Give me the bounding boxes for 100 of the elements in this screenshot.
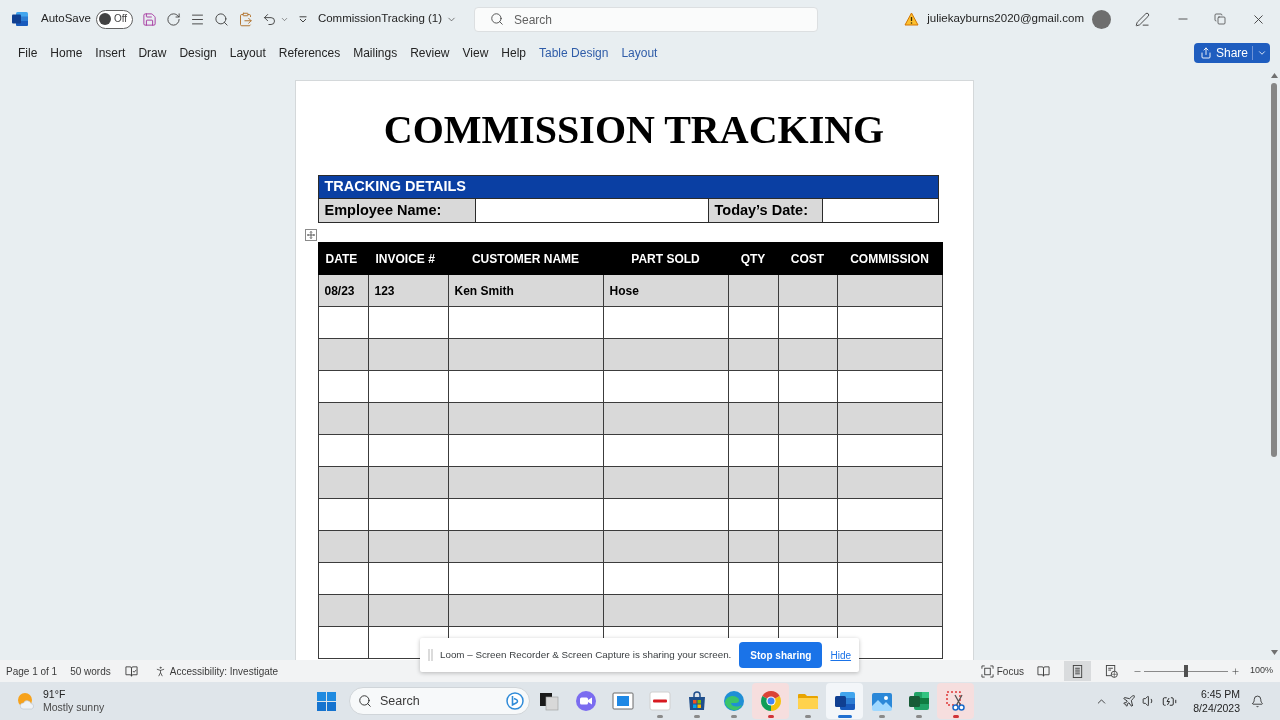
table-cell xyxy=(728,498,778,531)
table-cell xyxy=(778,562,837,595)
table-cell xyxy=(778,370,837,403)
table-cell xyxy=(318,306,368,339)
scissors-icon xyxy=(944,690,967,712)
table-cell xyxy=(728,274,778,307)
pen-icon[interactable] xyxy=(1135,11,1150,27)
ribbon-tab[interactable]: Draw xyxy=(132,41,173,65)
autosave-toggle[interactable]: Off xyxy=(95,9,133,29)
list-icon[interactable] xyxy=(189,11,205,27)
restore-icon[interactable] xyxy=(1214,13,1226,25)
search-field[interactable]: Search xyxy=(474,7,818,32)
table-cell xyxy=(318,562,368,595)
table-cell xyxy=(778,530,837,563)
temperature-text: 91°F xyxy=(43,688,67,701)
window-icon xyxy=(611,690,634,712)
task-view-icon xyxy=(537,690,560,712)
table-cell xyxy=(728,306,778,339)
scroll-up-icon[interactable] xyxy=(1270,73,1278,78)
clock-time[interactable]: 6:45 PM xyxy=(1200,687,1240,701)
ribbon-tab[interactable]: Layout xyxy=(223,41,272,65)
zoom-in-icon[interactable] xyxy=(1230,666,1240,676)
share-button[interactable]: Share xyxy=(1193,43,1270,63)
ribbon-tab[interactable]: View xyxy=(456,41,495,65)
ribbon-tab[interactable]: Review xyxy=(404,41,456,65)
section-heading: TRACKING DETAILS xyxy=(318,176,938,198)
ribbon-tab[interactable]: Design xyxy=(173,41,223,65)
table-cell xyxy=(728,370,778,403)
table-cell: Hose xyxy=(603,274,728,307)
clock-date[interactable]: 8/24/2023 xyxy=(1193,701,1240,715)
table-cell xyxy=(728,562,778,595)
ribbon-tab[interactable]: Mailings xyxy=(347,41,404,65)
column-header: COST xyxy=(778,242,837,275)
table-cell xyxy=(728,402,778,435)
table-cell xyxy=(318,338,368,371)
document-app-icon xyxy=(833,690,856,712)
table-cell xyxy=(318,498,368,531)
spreadsheet-icon xyxy=(907,690,930,712)
scrollbar-thumb[interactable] xyxy=(1271,83,1277,457)
ribbon-tab[interactable]: File xyxy=(12,41,44,65)
table-cell xyxy=(318,530,368,563)
notification-bell-icon[interactable] xyxy=(1251,694,1264,708)
warning-icon[interactable] xyxy=(904,12,920,26)
search-icon[interactable] xyxy=(213,11,229,27)
table-cell xyxy=(778,306,837,339)
repeat-icon[interactable] xyxy=(165,11,181,27)
focus-button[interactable]: Focus xyxy=(980,663,1024,679)
read-mode-icon xyxy=(1036,664,1050,678)
view-button[interactable] xyxy=(1063,661,1091,681)
grip-icon[interactable] xyxy=(428,649,433,661)
table-cell xyxy=(318,370,368,403)
ribbon-tab[interactable]: References xyxy=(272,41,347,65)
slider-thumb[interactable] xyxy=(1183,665,1188,677)
video-chat-icon xyxy=(574,690,597,712)
ribbon-tab[interactable]: Table Design xyxy=(533,41,615,65)
proofing-book-icon[interactable] xyxy=(124,664,138,678)
table-cell xyxy=(778,402,837,435)
table-cell xyxy=(778,594,837,627)
taskbar-button[interactable] xyxy=(826,683,863,719)
table-cell xyxy=(778,434,837,467)
stop-sharing-button[interactable]: Stop sharing xyxy=(739,642,823,668)
document-title: COMMISSION TRACKING xyxy=(382,107,886,153)
field-label: Employee Name: xyxy=(318,199,476,222)
app-logo-icon xyxy=(12,11,28,27)
save-icon[interactable] xyxy=(141,11,157,27)
taskbar-search-field[interactable]: Search xyxy=(349,687,530,715)
table-cell xyxy=(728,530,778,563)
clipboard-icon[interactable] xyxy=(237,11,253,27)
zoom-slider[interactable] xyxy=(1143,665,1228,677)
ribbon-tab[interactable]: Home xyxy=(44,41,89,65)
document-title-menu[interactable]: CommissionTracking (1) xyxy=(317,10,458,28)
undo-icon[interactable] xyxy=(261,11,277,27)
logo-tile-icon xyxy=(648,690,671,712)
ribbon-tab[interactable]: Help xyxy=(495,41,532,65)
web-layout-icon xyxy=(1104,664,1118,678)
start-logo-icon[interactable] xyxy=(316,691,336,711)
column-header: INVOICE # xyxy=(368,242,448,275)
customize-caret-icon[interactable] xyxy=(298,15,307,23)
focus-icon xyxy=(980,664,994,678)
avatar-icon[interactable] xyxy=(1092,9,1111,29)
move-handle-icon[interactable] xyxy=(304,229,317,241)
scroll-down-icon[interactable] xyxy=(1270,650,1278,655)
airplane-icon[interactable] xyxy=(1122,694,1137,708)
swirl-circle-icon xyxy=(722,690,745,712)
ribbon-tab[interactable]: Insert xyxy=(89,41,132,65)
table-cell xyxy=(318,402,368,435)
hide-link[interactable]: Hide xyxy=(830,647,852,663)
column-header: COMMISSION xyxy=(837,242,942,275)
table-cell xyxy=(728,594,778,627)
zoom-level[interactable]: 100% xyxy=(1249,664,1273,678)
account-email[interactable]: juliekayburns2020@gmail.com xyxy=(927,10,1084,28)
ribbon-tab[interactable]: Layout xyxy=(615,41,664,65)
assistant-logo-icon[interactable] xyxy=(506,692,524,710)
table-cell: 123 xyxy=(368,274,448,307)
accessibility-button[interactable]: Accessibility: Investigate xyxy=(153,663,279,679)
weather-condition-text: Mostly sunny xyxy=(43,701,105,714)
table-cell xyxy=(778,498,837,531)
search-icon xyxy=(490,12,504,26)
table-cell xyxy=(728,338,778,371)
share-icon xyxy=(1199,47,1212,59)
